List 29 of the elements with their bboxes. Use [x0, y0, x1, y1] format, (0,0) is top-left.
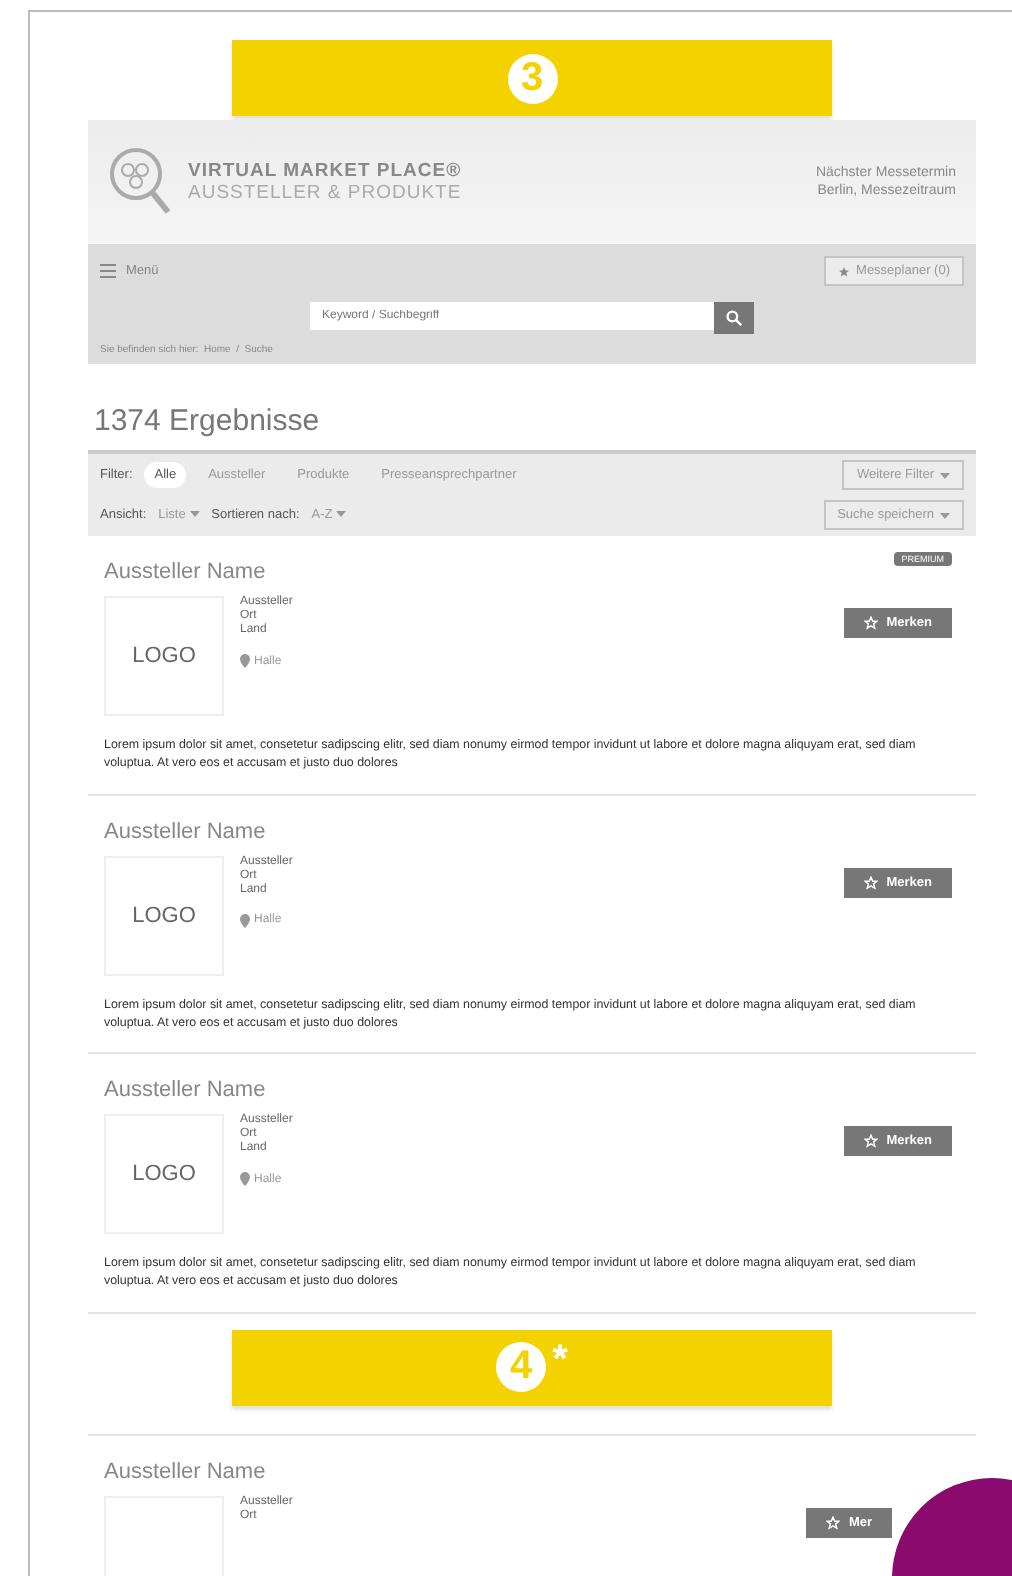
exhibitor-name: Aussteller Name	[104, 819, 266, 844]
logo-text: LOGO	[132, 903, 196, 928]
exhibitor-name: Aussteller Name	[104, 1078, 266, 1103]
asterisk-note: *	[552, 1337, 568, 1384]
step-number: 4	[496, 1342, 547, 1393]
pin-icon	[240, 913, 250, 928]
star-icon	[864, 875, 879, 890]
pin-icon	[240, 654, 250, 668]
exhibitor-name: Aussteller Name	[104, 1459, 266, 1484]
star-icon	[864, 1134, 879, 1149]
brand-subtitle: AUSSTELLER & PRODUKTE	[188, 182, 462, 204]
caret-icon	[336, 510, 347, 518]
search-button[interactable]	[714, 302, 754, 334]
exhibitor-name: Aussteller Name	[104, 560, 266, 584]
star-icon	[826, 1515, 841, 1530]
pin-icon	[240, 1172, 250, 1187]
caret-icon	[940, 471, 950, 479]
magnifier-logo-icon	[108, 146, 172, 218]
caret-icon	[940, 511, 950, 519]
star-icon	[864, 616, 879, 630]
star-icon	[838, 265, 851, 277]
logo-text: LOGO	[132, 1162, 196, 1187]
logo-text: LOGO	[132, 644, 196, 668]
search-icon	[726, 310, 742, 326]
brand-title: VIRTUAL MARKET PLACE®	[188, 160, 462, 182]
menu-icon	[100, 264, 116, 278]
step-number: 3	[507, 53, 557, 103]
results-title: 1374 Ergebnisse	[94, 404, 322, 438]
caret-icon	[189, 510, 200, 518]
